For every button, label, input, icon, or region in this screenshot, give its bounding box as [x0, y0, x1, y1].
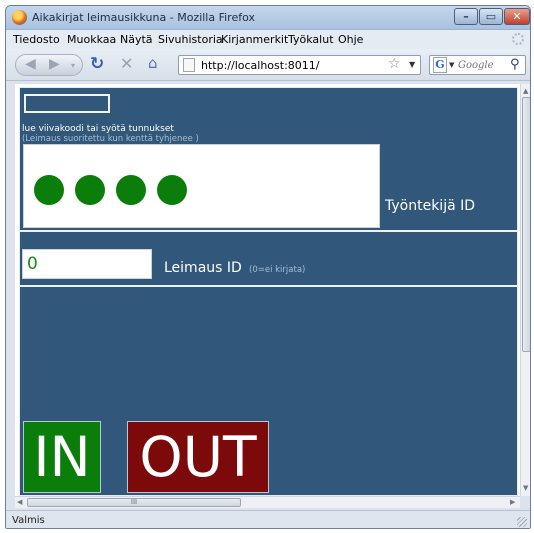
menu-bar: Tiedosto Muokkaa Näytä Sivuhistoria Kirj…: [6, 30, 530, 49]
menu-item-ohje[interactable]: Ohje: [338, 33, 363, 46]
vertical-scroll-thumb[interactable]: [522, 97, 530, 352]
history-dropdown-icon[interactable]: ▾: [71, 61, 75, 70]
horizontal-scrollbar[interactable]: ◀ III ▶: [15, 496, 520, 508]
close-button[interactable]: ✕: [504, 8, 530, 25]
search-input[interactable]: [458, 58, 506, 72]
page-icon: [183, 58, 195, 72]
search-bar[interactable]: G ▼ ⚲: [429, 55, 526, 75]
pin-dot: [116, 175, 146, 205]
content-area: lue viivakoodi tai syötä tunnukset (Leim…: [15, 84, 520, 496]
reload-icon[interactable]: ↻: [90, 54, 104, 74]
vertical-scrollbar[interactable]: ▲ ▼: [520, 84, 530, 496]
instruction-text: lue viivakoodi tai syötä tunnukset: [22, 124, 174, 134]
stamp-page: lue viivakoodi tai syötä tunnukset (Leim…: [19, 87, 518, 496]
address-url[interactable]: http://localhost:8011/: [201, 59, 319, 72]
out-button[interactable]: OUT: [127, 421, 269, 493]
engine-dropdown-icon[interactable]: ▼: [449, 61, 454, 69]
firefox-icon: [12, 10, 27, 25]
resize-grip-icon[interactable]: [517, 517, 527, 527]
search-icon[interactable]: ⚲: [510, 57, 520, 72]
stamp-id-input[interactable]: [22, 249, 152, 279]
divider: [20, 230, 517, 232]
home-icon[interactable]: ⌂: [148, 54, 158, 72]
maximize-button[interactable]: ▭: [479, 8, 503, 25]
title-bar: Aikakirjat leimausikkuna - Mozilla Firef…: [6, 6, 530, 30]
pin-display: [23, 144, 380, 228]
menu-item-sivuhistoria[interactable]: Sivuhistoria: [158, 33, 223, 46]
divider: [20, 285, 517, 287]
pin-dot: [75, 175, 105, 205]
horizontal-scroll-thumb[interactable]: III: [27, 498, 241, 507]
stamp-id-label: Leimaus ID: [164, 260, 242, 276]
forward-arrow-icon[interactable]: ▶: [49, 56, 60, 72]
menu-item-tyokalut[interactable]: Työkalut: [288, 33, 334, 46]
scroll-left-icon[interactable]: ◀: [17, 498, 22, 506]
menu-item-kirjanmerkit[interactable]: Kirjanmerkit: [221, 33, 288, 46]
bookmark-star-icon[interactable]: ☆: [388, 56, 401, 72]
scroll-right-icon[interactable]: ▶: [510, 498, 515, 506]
menu-item-tiedosto[interactable]: Tiedosto: [13, 33, 60, 46]
barcode-input[interactable]: [24, 94, 110, 113]
google-engine-icon[interactable]: G: [433, 57, 447, 73]
window-title: Aikakirjat leimausikkuna - Mozilla Firef…: [32, 11, 256, 24]
navigation-toolbar: ◀ ▶ ▾ ↻ ✕ ⌂ http://localhost:8011/ ☆ ▼ G…: [6, 49, 530, 81]
address-bar[interactable]: http://localhost:8011/ ☆ ▼: [178, 55, 421, 75]
pin-dot: [34, 175, 64, 205]
instruction-subtext: (Leimaus suoritettu kun kenttä tyhjenee …: [22, 134, 199, 144]
status-text: Valmis: [12, 515, 45, 526]
employee-id-label: Työntekijä ID: [385, 198, 476, 214]
back-forward-control: ◀ ▶ ▾: [15, 54, 83, 76]
in-button[interactable]: IN: [23, 421, 101, 493]
back-arrow-icon[interactable]: ◀: [25, 56, 36, 72]
pin-dot: [157, 175, 187, 205]
stamp-id-hint: (0=ei kirjata): [249, 265, 306, 275]
stop-icon[interactable]: ✕: [120, 54, 133, 73]
menu-item-nayta[interactable]: Näytä: [120, 33, 153, 46]
status-bar: Valmis: [6, 510, 530, 528]
menu-item-muokkaa[interactable]: Muokkaa: [67, 33, 116, 46]
minimize-button[interactable]: –: [454, 8, 478, 25]
scroll-up-icon[interactable]: ▲: [523, 87, 528, 95]
throbber-icon: [512, 33, 524, 45]
browser-window: Aikakirjat leimausikkuna - Mozilla Firef…: [5, 5, 531, 529]
address-dropdown-icon[interactable]: ▼: [409, 60, 415, 69]
scroll-down-icon[interactable]: ▼: [523, 484, 528, 492]
